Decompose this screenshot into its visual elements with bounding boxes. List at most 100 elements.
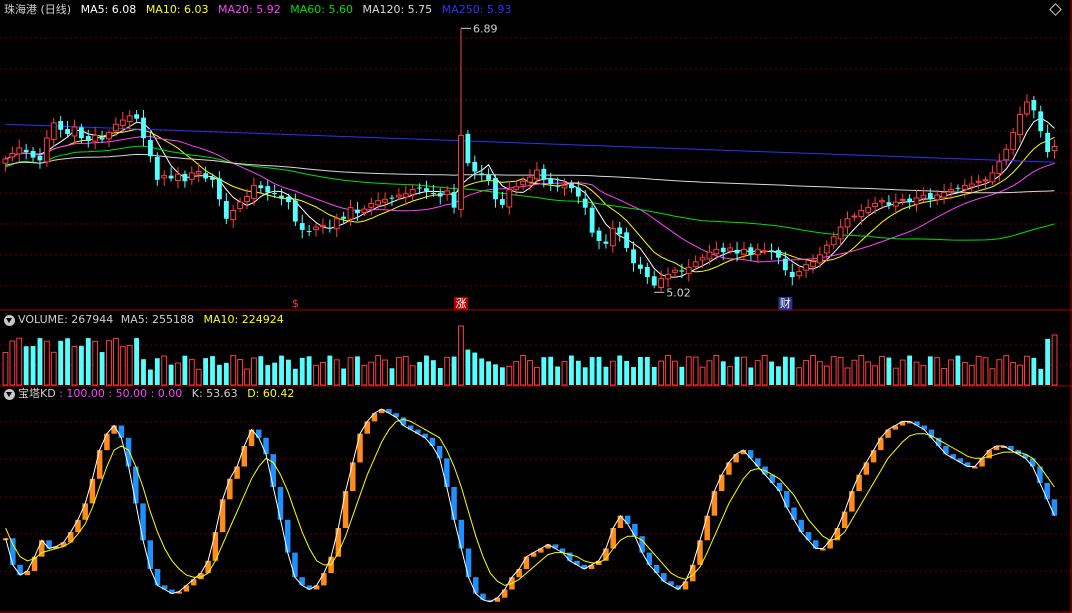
- volume-bar: [251, 357, 257, 386]
- kd-bar: [870, 450, 877, 463]
- volume-bar: [651, 366, 657, 385]
- stock-title[interactable]: 珠海港 (日线): [4, 3, 71, 16]
- volume-bar: [665, 355, 671, 386]
- volume-bar: [782, 356, 788, 385]
- kd-bar: [473, 577, 479, 594]
- candle-body: [409, 189, 416, 195]
- candle-body: [368, 202, 375, 208]
- volume-bar: [279, 355, 284, 385]
- candle-body: [141, 117, 146, 139]
- d-line: [5, 418, 1055, 586]
- candle-body: [907, 198, 913, 203]
- volume-bar: [617, 355, 623, 385]
- kd-bar: [878, 437, 884, 451]
- kd-bar: [140, 503, 146, 541]
- stock-chart[interactable]: 6.89 5.02 $ 涨 财: [0, 0, 1072, 613]
- candle-body: [119, 119, 126, 126]
- volume-bar: [527, 360, 533, 386]
- volume-bar: [624, 360, 630, 385]
- kd-bar: [661, 573, 667, 582]
- candle-body: [541, 168, 547, 180]
- candle-body: [161, 175, 168, 179]
- volume-bar: [161, 355, 168, 386]
- candle-body: [851, 215, 858, 218]
- volume-bar: [472, 352, 478, 385]
- kd-bar: [1051, 499, 1058, 516]
- kd-bar: [82, 503, 88, 520]
- volume-bar: [444, 356, 451, 386]
- candle-body: [244, 196, 250, 203]
- kd-bar: [653, 564, 660, 574]
- volume-bar: [154, 358, 160, 385]
- candle-body: [92, 134, 99, 142]
- candle-body: [568, 183, 574, 189]
- candle-body: [555, 185, 561, 187]
- kd-bar: [89, 478, 96, 504]
- candle-body: [706, 251, 713, 260]
- kd-bars: [2, 409, 1058, 602]
- kd-bar: [321, 573, 327, 586]
- candle-body: [23, 149, 29, 153]
- volume-bar: [230, 355, 237, 386]
- volume-bar: [879, 355, 885, 386]
- volume-bar: [533, 367, 540, 386]
- volume-bar: [479, 358, 485, 385]
- volume-bar: [975, 355, 982, 386]
- kd-bar: [371, 413, 378, 422]
- candle-body: [679, 270, 685, 272]
- kd-bar: [75, 519, 81, 533]
- volume-bar: [754, 360, 761, 386]
- kd-bar: [154, 569, 161, 586]
- candle-body: [279, 195, 284, 198]
- volume-bar: [424, 355, 429, 385]
- ma20-line: [5, 135, 1055, 263]
- volume-bar: [638, 356, 643, 385]
- candle-body: [320, 225, 326, 228]
- kd-bar: [241, 446, 248, 467]
- candle-body: [1003, 148, 1010, 161]
- volume-bar: [244, 368, 250, 386]
- kd-bar: [863, 462, 870, 475]
- candle-body: [313, 226, 319, 230]
- kd-bar: [118, 425, 125, 438]
- volume-bar: [609, 360, 616, 386]
- candle-body: [789, 271, 795, 278]
- collapse-kd-icon[interactable]: [4, 388, 15, 400]
- kd-bar: [227, 478, 233, 500]
- candle-body: [734, 249, 740, 254]
- candle-body: [30, 151, 36, 158]
- volume-bar: [941, 367, 948, 386]
- candle-body: [361, 208, 368, 213]
- volume-bar: [50, 351, 57, 386]
- moving-average-lines: [5, 117, 1055, 278]
- kd-bar: [885, 429, 891, 438]
- candle-body: [188, 172, 195, 180]
- volume-bar: [589, 357, 595, 385]
- collapse-volume-icon[interactable]: [4, 314, 15, 326]
- volume-bars: [2, 325, 1058, 386]
- candle-body: [299, 223, 305, 230]
- volume-bar: [9, 340, 16, 386]
- candle-body: [499, 199, 505, 205]
- event-marker: 财: [780, 296, 791, 310]
- kd-bar: [444, 458, 450, 487]
- candle-body: [658, 278, 665, 288]
- candle-body: [230, 209, 237, 221]
- candle-body: [741, 248, 747, 255]
- kd-panel-header: 宝塔KD : 100.00 : 50.00 : 0.00 K: 53.63 D:…: [4, 387, 300, 401]
- candle-body: [237, 201, 244, 209]
- volume-bar: [1045, 338, 1051, 385]
- kd-bar: [458, 519, 465, 549]
- candle-body: [672, 269, 678, 273]
- candle-body: [513, 186, 520, 190]
- candle-body: [37, 155, 43, 161]
- volume-bar: [437, 368, 443, 385]
- candle-body: [65, 128, 70, 134]
- volume-bar: [106, 340, 112, 386]
- volume-bar: [355, 356, 360, 385]
- kd-bar: [523, 556, 530, 569]
- volume-bar: [30, 346, 36, 385]
- candle-body: [720, 247, 726, 253]
- volume-bar: [644, 356, 650, 385]
- event-marker: 涨: [455, 297, 466, 310]
